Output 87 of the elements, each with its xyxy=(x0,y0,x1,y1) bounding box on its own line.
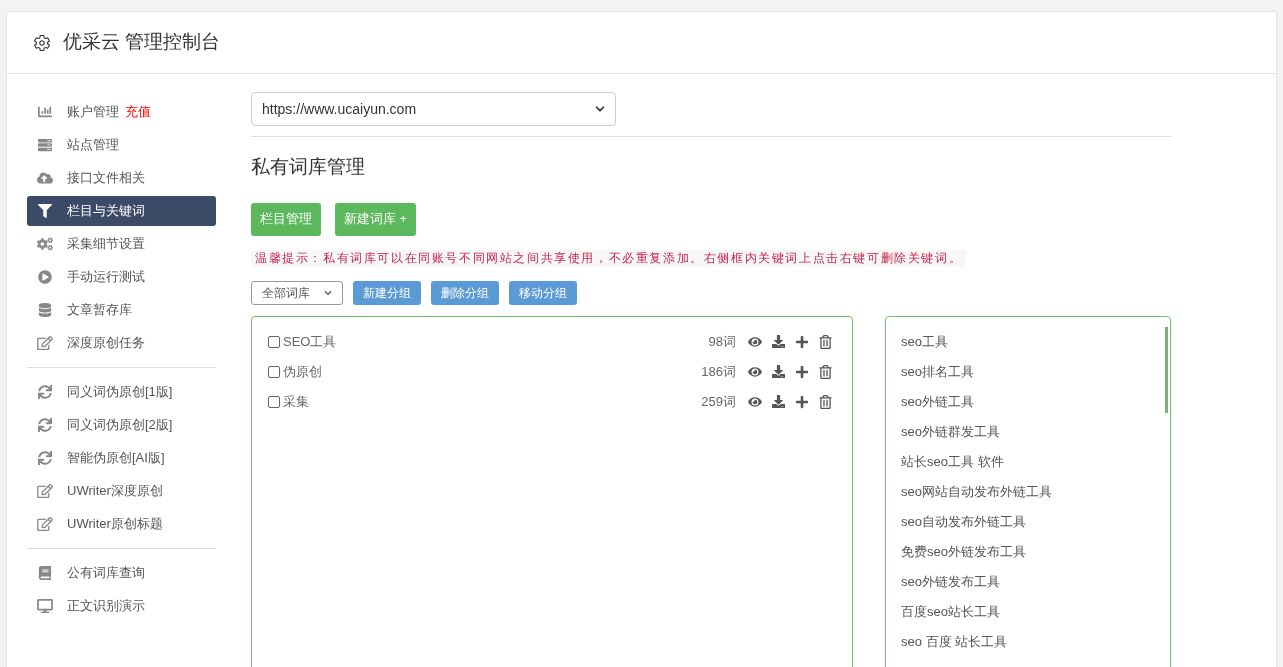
word-count: 186词 xyxy=(701,362,736,381)
site-select[interactable]: https://www.ucaiyun.com xyxy=(251,92,616,126)
sidebar-item[interactable]: 站点管理 xyxy=(27,130,216,160)
keyword-item[interactable]: seo外链群发工具 xyxy=(901,416,1155,447)
monitor-icon xyxy=(37,599,53,613)
eye-icon[interactable] xyxy=(748,394,762,409)
checkbox[interactable] xyxy=(268,335,280,348)
sidebar-label: 同义词伪原创[2版] xyxy=(67,416,173,435)
keyword-item[interactable]: seo外链发布工具 xyxy=(901,566,1155,597)
sidebar-label: 栏目与关键词 xyxy=(67,202,145,221)
chevron-icon xyxy=(324,288,332,297)
chevron-icon xyxy=(595,104,605,114)
edit-icon xyxy=(37,336,53,350)
sidebar-label: 同义词伪原创[1版] xyxy=(67,383,173,402)
sidebar-label: 账户管理 xyxy=(67,103,119,122)
sidebar-item[interactable]: 同义词伪原创[2版] xyxy=(27,410,216,440)
sidebar-item[interactable]: UWriter深度原创 xyxy=(27,476,216,506)
plus-icon[interactable] xyxy=(795,364,809,379)
sidebar-item[interactable]: 接口文件相关 xyxy=(27,163,216,193)
library-name[interactable]: SEO工具 xyxy=(283,331,337,352)
keyword-item[interactable]: seo 百度 站长工具 xyxy=(901,626,1155,657)
database-icon xyxy=(37,303,53,317)
keyword-item[interactable]: 免费seo外链发布工具 xyxy=(901,536,1155,567)
book-icon xyxy=(37,566,53,580)
section-title: 私有词库管理 xyxy=(251,155,366,179)
word-count: 259词 xyxy=(701,392,736,411)
scrollbar[interactable] xyxy=(1165,326,1168,413)
edit-icon xyxy=(37,484,53,498)
sidebar-item[interactable]: 文章暂存库 xyxy=(27,295,216,325)
sidebar-label: 智能伪原创[AI版] xyxy=(67,449,165,468)
checkbox[interactable] xyxy=(268,395,280,408)
sidebar-label: 深度原创任务 xyxy=(67,334,145,353)
word-count: 98词 xyxy=(708,332,736,351)
sidebar-label: 公有词库查询 xyxy=(67,564,145,583)
eye-icon[interactable] xyxy=(748,364,762,379)
sidebar-label: 采集细节设置 xyxy=(67,235,145,254)
sidebar-label: 接口文件相关 xyxy=(67,169,145,188)
download-icon[interactable] xyxy=(772,365,785,378)
gears-icon xyxy=(37,237,53,251)
play-icon xyxy=(37,270,53,284)
keyword-item[interactable]: seo网站自动发布外链工具 xyxy=(901,476,1155,507)
keyword-item[interactable]: seo自动发布外链工具 xyxy=(901,506,1155,537)
sidebar-item[interactable]: 深度原创任务 xyxy=(27,328,216,358)
sync-icon xyxy=(37,385,53,399)
keyword-item[interactable]: seo外链工具 xyxy=(901,386,1155,417)
sidebar-label: UWriter深度原创 xyxy=(67,482,163,501)
console-title: 优采云 管理控制台 xyxy=(63,30,221,55)
edit-icon xyxy=(37,517,53,531)
download-icon[interactable] xyxy=(772,395,785,408)
cloud-upload-icon xyxy=(37,171,53,185)
hint-text: 温馨提示：私有词库可以在同账号不同网站之间共享使用，不必重复添加。右侧框内关键词上点击右键可删除关键词。 xyxy=(251,249,967,267)
library-name[interactable]: 伪原创 xyxy=(283,361,322,382)
sidebar-label: 正文识别演示 xyxy=(67,597,145,616)
library-name[interactable]: 采集 xyxy=(283,391,309,412)
sidebar-item[interactable]: 栏目与关键词 xyxy=(27,196,216,226)
sidebar-label: 手动运行测试 xyxy=(67,268,145,287)
sidebar-label: UWriter原创标题 xyxy=(67,515,163,534)
sync-icon xyxy=(37,451,53,465)
trash-icon[interactable] xyxy=(819,394,832,409)
recharge-link[interactable]: 充值 xyxy=(125,102,151,122)
sidebar-item[interactable]: 采集细节设置 xyxy=(27,229,216,259)
plus-icon[interactable] xyxy=(795,394,809,409)
server-icon xyxy=(37,138,53,152)
checkbox[interactable] xyxy=(268,365,280,378)
sidebar-item[interactable]: 账户管理 充值 xyxy=(27,97,216,127)
keyword-item[interactable]: seo工具 xyxy=(901,326,1155,357)
keyword-item[interactable]: 百度seo站长工具 xyxy=(901,596,1155,627)
trash-icon[interactable] xyxy=(819,364,832,379)
settings-icon xyxy=(33,33,51,52)
download-icon[interactable] xyxy=(772,335,785,348)
sidebar-item[interactable]: 正文识别演示 xyxy=(27,591,216,621)
plus-icon[interactable] xyxy=(795,334,809,349)
sidebar-item[interactable]: 智能伪原创[AI版] xyxy=(27,443,216,473)
keyword-item[interactable]: seo排名工具 xyxy=(901,356,1155,387)
filter-icon xyxy=(37,204,53,218)
sidebar-label: 文章暂存库 xyxy=(67,301,132,320)
keyword-item[interactable]: 站长seo工具 软件 xyxy=(901,446,1155,477)
sidebar-item[interactable]: 公有词库查询 xyxy=(27,558,216,588)
eye-icon[interactable] xyxy=(748,334,762,349)
bar-chart-icon xyxy=(37,105,53,119)
sync-icon xyxy=(37,418,53,432)
trash-icon[interactable] xyxy=(819,334,832,349)
sidebar-label: 站点管理 xyxy=(67,136,119,155)
sidebar-item[interactable]: 手动运行测试 xyxy=(27,262,216,292)
sidebar-item[interactable]: 同义词伪原创[1版] xyxy=(27,377,216,407)
group-select[interactable]: 全部词库 xyxy=(251,280,343,305)
sidebar-item[interactable]: UWriter原创标题 xyxy=(27,509,216,539)
